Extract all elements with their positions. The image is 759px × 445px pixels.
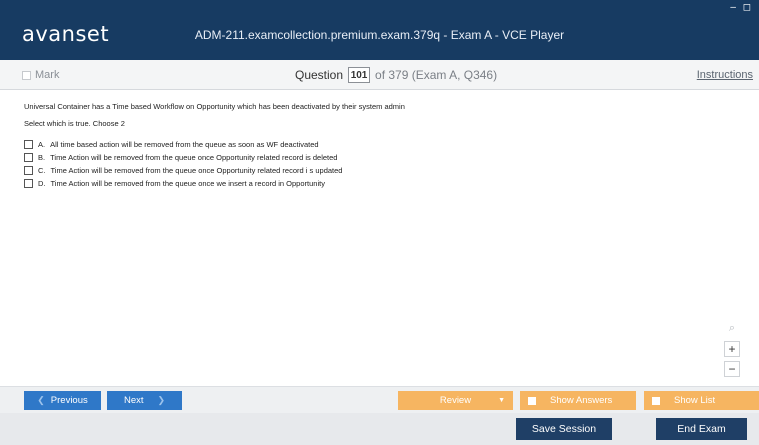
mark-label: Mark	[35, 69, 60, 81]
review-label: Review	[439, 395, 472, 406]
zoom-in-button[interactable]: +	[724, 341, 740, 357]
option-letter: D.	[38, 179, 46, 188]
zoom-out-button[interactable]: −	[724, 361, 740, 377]
option-letter: C.	[38, 166, 46, 175]
show-answers-label: Show Answers	[550, 395, 613, 406]
mark-checkbox[interactable]: Mark	[22, 69, 59, 81]
show-answers-checkbox[interactable]	[528, 396, 536, 405]
title-bar: avanset ADM-211.examcollection.premium.e…	[0, 0, 759, 60]
answer-option-c[interactable]: C. Time Action will be removed from the …	[24, 164, 342, 177]
option-checkbox[interactable]	[24, 179, 33, 188]
answer-option-a[interactable]: A. All time based action will be removed…	[24, 138, 342, 151]
option-letter: B.	[38, 153, 46, 162]
mark-checkbox-box[interactable]	[22, 70, 31, 80]
question-header: Mark Question 101 of 379 (Exam A, Q346) …	[0, 60, 759, 90]
question-navigator: Question 101 of 379 (Exam A, Q346)	[295, 67, 497, 83]
option-text: Time Action will be removed from the que…	[50, 179, 325, 188]
answer-option-d[interactable]: D. Time Action will be removed from the …	[24, 177, 342, 190]
end-exam-button[interactable]: End Exam	[656, 418, 747, 440]
option-letter: A.	[38, 140, 46, 149]
next-label: Next	[123, 395, 144, 406]
answer-options: A. All time based action will be removed…	[24, 138, 342, 190]
session-bar: Save Session End Exam	[0, 413, 759, 445]
question-panel: Universal Container has a Time based Wor…	[0, 90, 759, 386]
caret-down-icon: ▼	[498, 397, 505, 404]
window-controls[interactable]: – ◻	[730, 2, 753, 13]
option-checkbox[interactable]	[24, 166, 33, 175]
question-number-input[interactable]: 101	[348, 67, 371, 83]
previous-button[interactable]: ❮ Previous	[24, 391, 101, 410]
save-session-button[interactable]: Save Session	[516, 418, 612, 440]
window-title: ADM-211.examcollection.premium.exam.379q…	[194, 28, 565, 42]
previous-label: Previous	[50, 395, 88, 406]
option-text: Time Action will be removed from the que…	[50, 153, 338, 162]
show-list-toggle[interactable]: Show List	[644, 391, 759, 410]
option-text: Time Action will be removed from the que…	[50, 166, 343, 175]
question-label: Question	[295, 68, 344, 82]
chevron-right-icon: ❯	[157, 395, 166, 405]
zoom-controls: ⌕ + −	[723, 322, 741, 381]
review-button[interactable]: Review ▼	[398, 391, 513, 410]
instructions-link[interactable]: Instructions	[697, 69, 753, 81]
show-list-label: Show List	[674, 395, 716, 406]
option-checkbox[interactable]	[24, 153, 33, 162]
option-text: All time based action will be removed fr…	[50, 140, 319, 149]
option-checkbox[interactable]	[24, 140, 33, 149]
chevron-left-icon: ❮	[37, 395, 45, 405]
search-icon[interactable]: ⌕	[729, 322, 735, 335]
question-total: of 379 (Exam A, Q346)	[375, 68, 498, 82]
show-answers-toggle[interactable]: Show Answers	[520, 391, 636, 410]
question-instruction: Select which is true. Choose 2	[24, 119, 125, 128]
navigation-toolbar: ❮ Previous Next ❯ Review ▼ Show Answers …	[0, 386, 759, 413]
next-button[interactable]: Next ❯	[107, 391, 182, 410]
answer-option-b[interactable]: B. Time Action will be removed from the …	[24, 151, 342, 164]
show-list-checkbox[interactable]	[652, 396, 660, 405]
question-text: Universal Container has a Time based Wor…	[24, 102, 405, 111]
